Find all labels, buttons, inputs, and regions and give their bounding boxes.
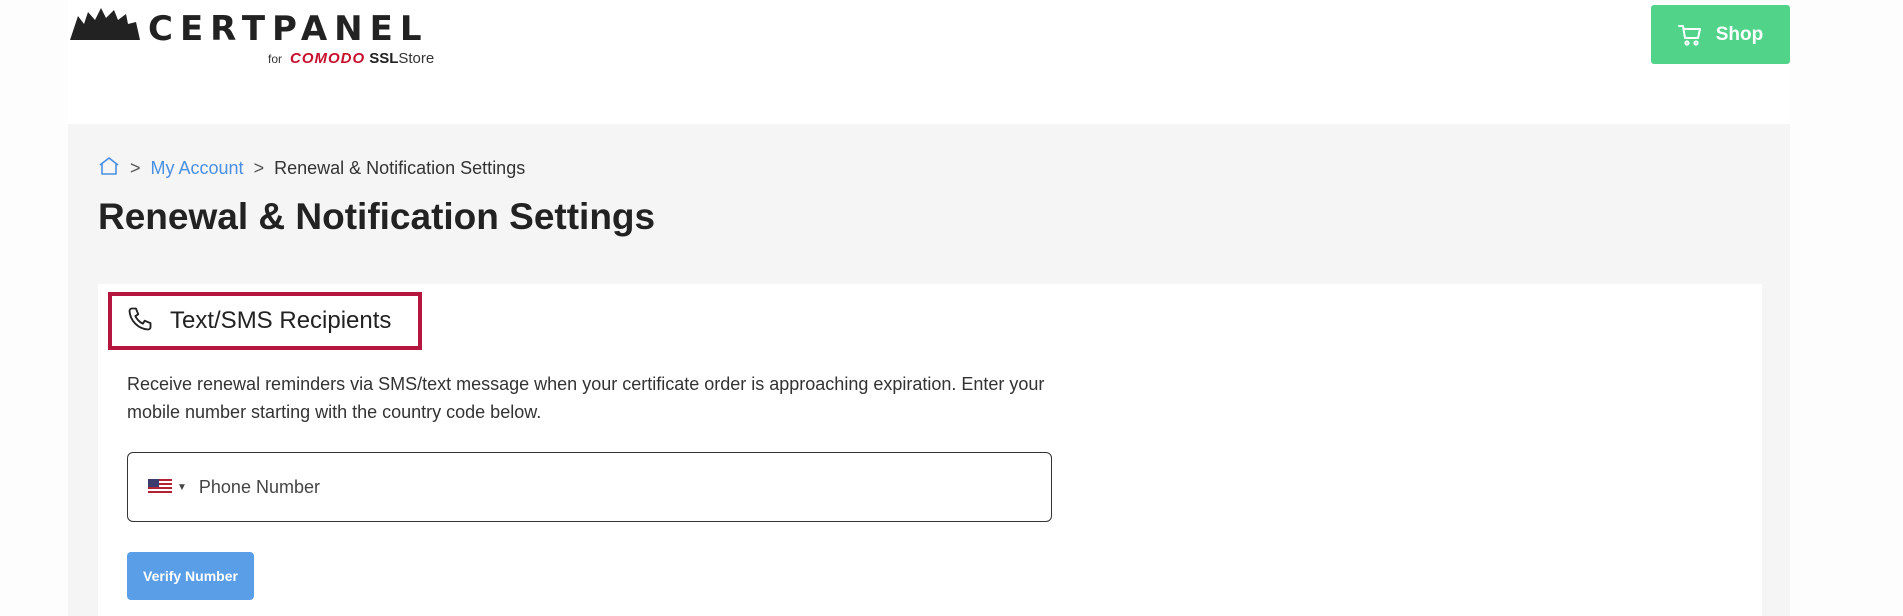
verify-number-button[interactable]: Verify Number: [127, 552, 254, 600]
certpanel-logo[interactable]: CERTPANEL for COMODO SSLStore: [68, 6, 468, 72]
phone-number-field: ▼: [127, 452, 1052, 522]
logo-subtitle: for COMODO SSLStore: [268, 51, 434, 66]
home-icon[interactable]: [98, 156, 120, 181]
breadcrumb-separator: >: [253, 157, 265, 178]
logo-wordmark: CERTPANEL: [148, 9, 429, 49]
breadcrumb-current: Renewal & Notification Settings: [274, 157, 526, 178]
breadcrumb-my-account[interactable]: My Account: [151, 158, 244, 179]
logo-store-text: Store: [398, 50, 435, 67]
us-flag-icon: [148, 479, 172, 495]
shop-button[interactable]: Shop: [1651, 5, 1790, 64]
main-panel: > My Account > Renewal & Notification Se…: [68, 124, 1790, 616]
logo-ssl-text: SSL: [369, 50, 399, 67]
sms-section-title: Text/SMS Recipients: [170, 307, 392, 334]
country-selector[interactable]: ▼: [148, 479, 199, 495]
chevron-down-icon: ▼: [177, 481, 187, 493]
sms-section-description: Receive renewal reminders via SMS/text m…: [127, 374, 1045, 422]
phone-icon: [126, 305, 154, 338]
shop-button-label: Shop: [1715, 23, 1764, 45]
logo-for-text: for: [268, 52, 283, 66]
page-title: Renewal & Notification Settings: [98, 196, 656, 237]
breadcrumb-separator: >: [130, 157, 141, 178]
logo-mark-icon: [70, 8, 140, 40]
logo-brand-text: COMODO: [290, 50, 366, 67]
phone-number-input[interactable]: [198, 476, 899, 498]
cart-icon: [1677, 24, 1702, 46]
breadcrumb: > My Account > Renewal & Notification Se…: [98, 156, 525, 180]
sms-recipients-card: Text/SMS Recipients Receive renewal remi…: [98, 284, 1762, 616]
sms-section-header: Text/SMS Recipients: [108, 292, 422, 350]
